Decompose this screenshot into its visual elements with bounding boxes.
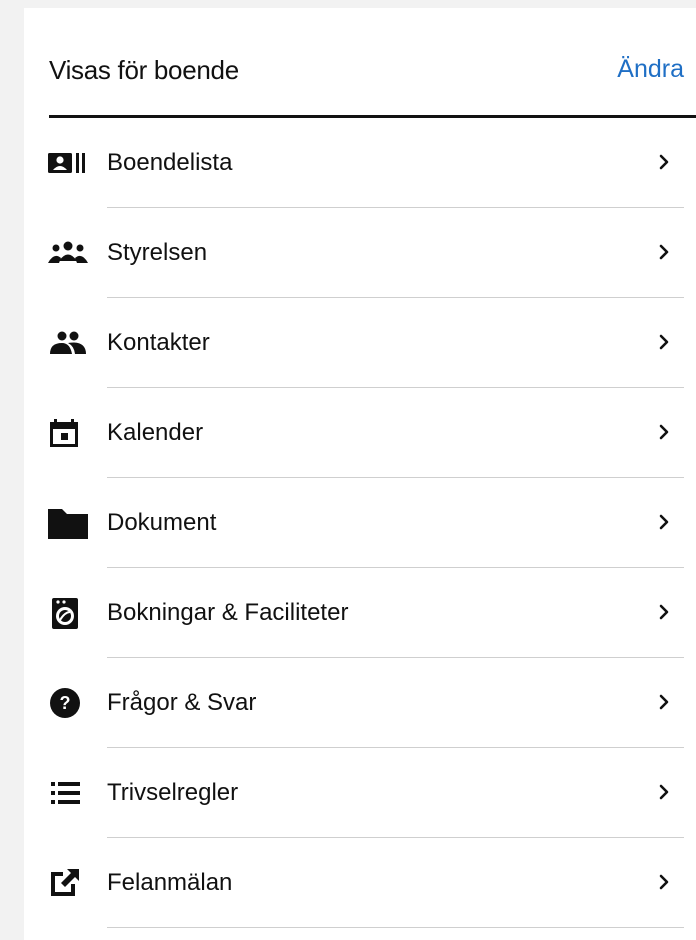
resident-list-icon [48, 146, 88, 180]
menu-item-fragor-svar[interactable]: ? Frågor & Svar [24, 658, 696, 748]
chevron-right-icon [659, 874, 669, 890]
menu-item-label: Kontakter [107, 329, 210, 356]
menu-item-styrelsen[interactable]: Styrelsen [24, 208, 696, 298]
page-title: Visas för boende [49, 55, 239, 85]
menu-item-label: Kalender [107, 419, 204, 446]
menu-item-label: Felanmälan [107, 869, 233, 896]
panel-header: Visas för boende Ändra [49, 8, 696, 118]
menu-item-felanmalan[interactable]: Felanmälan [24, 838, 696, 928]
menu-item-dokument[interactable]: Dokument [24, 478, 696, 568]
chevron-right-icon [659, 604, 669, 620]
svg-text:?: ? [60, 693, 71, 713]
washing-machine-icon [48, 596, 88, 630]
edit-link[interactable]: Ändra [617, 55, 684, 84]
menu-item-trivselregler[interactable]: Trivselregler [24, 748, 696, 838]
chevron-right-icon [659, 244, 669, 260]
chevron-right-icon [659, 784, 669, 800]
menu-item-label: Bokningar & Faciliteter [107, 599, 349, 626]
help-circle-icon: ? [48, 686, 88, 720]
menu-item-label: Trivselregler [107, 779, 239, 806]
menu-item-label: Boendelista [107, 149, 233, 176]
chevron-right-icon [659, 334, 669, 350]
menu-list: Boendelista Styrelsen Kontakter Kalender… [24, 118, 696, 928]
board-group-icon [48, 236, 88, 270]
contacts-people-icon [48, 326, 88, 360]
chevron-right-icon [659, 424, 669, 440]
menu-item-boendelista[interactable]: Boendelista [24, 118, 696, 208]
folder-icon [48, 506, 88, 540]
menu-item-label: Dokument [107, 509, 217, 536]
chevron-right-icon [659, 154, 669, 170]
list-icon [48, 776, 88, 810]
chevron-right-icon [659, 514, 669, 530]
calendar-icon [48, 416, 88, 450]
menu-item-label: Frågor & Svar [107, 689, 257, 716]
menu-item-bokningar[interactable]: Bokningar & Faciliteter [24, 568, 696, 658]
menu-item-kontakter[interactable]: Kontakter [24, 298, 696, 388]
residents-menu-panel: Visas för boende Ändra Boendelista Styre… [24, 8, 696, 940]
menu-item-kalender[interactable]: Kalender [24, 388, 696, 478]
menu-item-label: Styrelsen [107, 239, 208, 266]
chevron-right-icon [659, 694, 669, 710]
external-link-icon [48, 866, 88, 900]
